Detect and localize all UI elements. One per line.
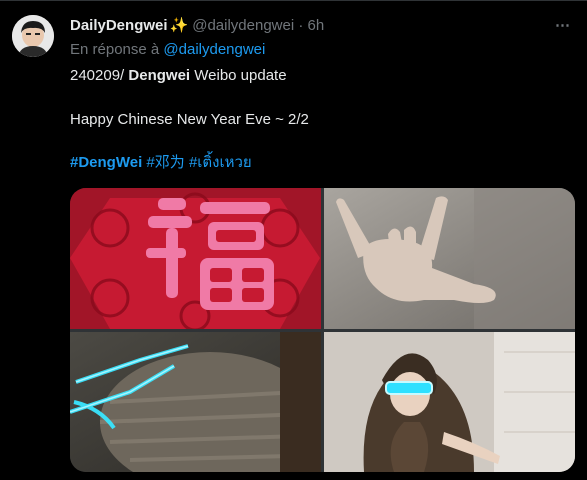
hashtag-link[interactable]: #DengWei [70,154,142,171]
media-grid [70,188,575,472]
tweet-text-line-1: 240209/ Dengwei Weibo update [70,66,287,86]
media-image-person-hoodie[interactable] [324,332,575,472]
avatar[interactable] [12,15,54,57]
display-name[interactable]: DailyDengwei [70,17,168,34]
reply-prefix: En réponse à [70,41,160,58]
sparkles-icon: ✨ [169,17,189,34]
media-image-hand-gesture[interactable] [324,188,575,329]
tweet-header: DailyDengwei ✨ @dailydengwei · 6h [70,16,324,36]
hashtag-link[interactable]: #邓为 [146,154,184,171]
tweet-text-line-2: Happy Chinese New Year Eve ~ 2/2 [70,111,309,128]
hashtag-link[interactable]: #เติ้งเหวย [189,154,252,171]
media-image-led-glasses[interactable] [70,332,321,472]
top-divider [0,0,587,1]
bold-name: Dengwei [128,67,191,84]
reply-context: En réponse à @dailydengwei [70,40,265,60]
timestamp[interactable]: 6h [308,17,325,34]
update-text: Weibo update [194,67,287,84]
date-code: 240209/ [70,67,125,84]
media-image-fu-decoration[interactable] [70,188,321,329]
separator-dot: · [298,17,304,34]
hashtags-row: #DengWei #邓为 #เติ้งเหวย [70,153,252,173]
more-options-icon[interactable]: ⋯ [555,16,571,34]
reply-mention-link[interactable]: @dailydengwei [163,41,265,58]
user-handle[interactable]: @dailydengwei [192,17,294,34]
